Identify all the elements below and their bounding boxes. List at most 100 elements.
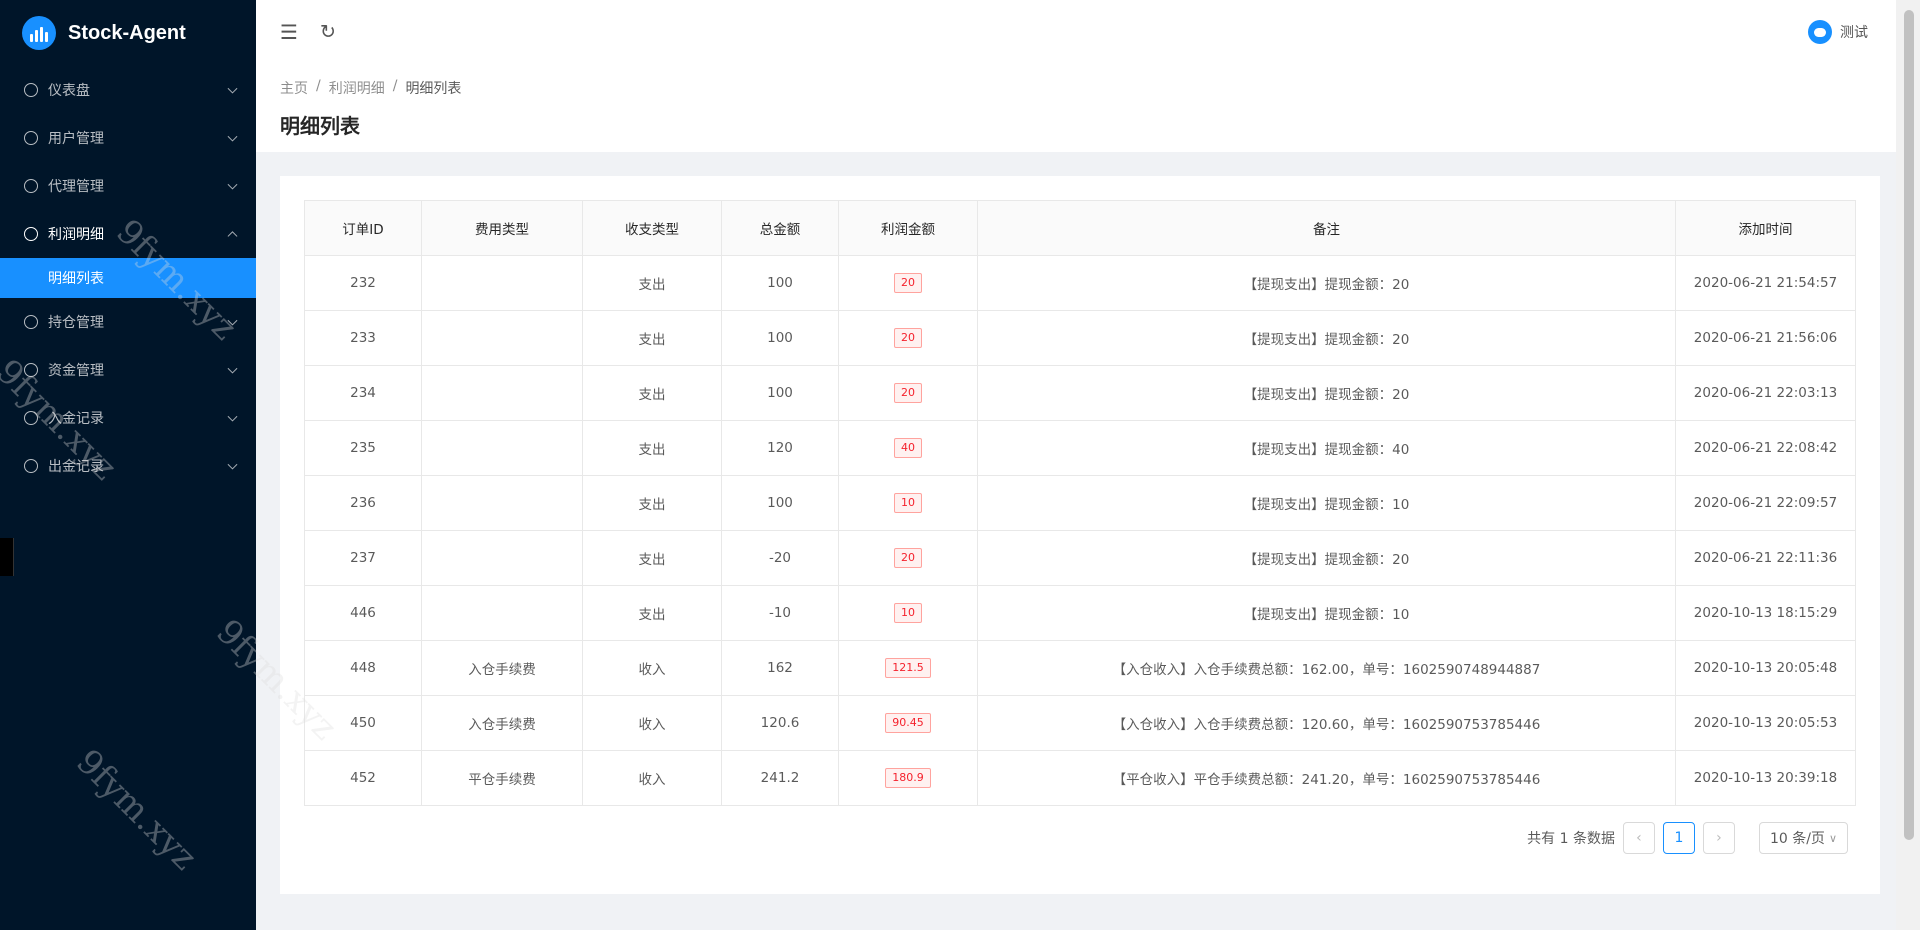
- cell-added-time: 2020-10-13 20:05:48: [1675, 640, 1856, 696]
- cell-total: 241.2: [721, 750, 839, 806]
- cell-direction: 收入: [582, 695, 722, 751]
- prev-page-button[interactable]: ‹: [1622, 822, 1655, 854]
- app-title: Stock-Agent: [68, 21, 186, 44]
- col-added-time[interactable]: 添加时间: [1675, 200, 1856, 256]
- profit-tag: 10: [894, 493, 922, 513]
- cell-order-id: 234: [304, 365, 422, 421]
- sidebar-subitem-detail-list[interactable]: 明细列表: [0, 258, 256, 298]
- cell-remark: 【提现支出】提现金额：20: [977, 365, 1676, 421]
- sidebar-item-positions[interactable]: 持仓管理: [0, 298, 256, 346]
- side-drag-handle[interactable]: [0, 538, 14, 576]
- fund-icon: [24, 363, 38, 377]
- cell-profit: 10: [838, 585, 978, 641]
- cell-remark: 【提现支出】提现金额：10: [977, 585, 1676, 641]
- cell-added-time: 2020-10-13 20:05:53: [1675, 695, 1856, 751]
- page-button-current[interactable]: 1: [1662, 822, 1695, 854]
- cell-fee-type: [421, 255, 583, 311]
- table-row[interactable]: 446 支出 -10 10 【提现支出】提现金额：10 2020-10-13 1…: [304, 585, 1856, 641]
- sidebar-item-label: 代理管理: [48, 179, 104, 195]
- sidebar-item-agents[interactable]: 代理管理: [0, 162, 256, 210]
- pagination: 共有 1 条数据 ‹ 1 › 10 条/页 ∨: [1527, 822, 1848, 854]
- table-row[interactable]: 450 入仓手续费 收入 120.6 90.45 【入仓收入】入仓手续费总额：1…: [304, 695, 1856, 751]
- breadcrumb-profit[interactable]: 利润明细: [329, 78, 385, 98]
- profit-tag: 40: [894, 438, 922, 458]
- cell-total: 120.6: [721, 695, 839, 751]
- cell-added-time: 2020-06-21 22:09:57: [1675, 475, 1856, 531]
- col-order-id[interactable]: 订单ID: [304, 200, 422, 256]
- cell-direction: 支出: [582, 255, 722, 311]
- cell-order-id: 233: [304, 310, 422, 366]
- cell-total: 100: [721, 365, 839, 421]
- cell-fee-type: [421, 420, 583, 476]
- user-name: 测试: [1840, 25, 1868, 41]
- menu-fold-icon[interactable]: ☰: [280, 20, 298, 44]
- dashboard-icon: [24, 83, 38, 97]
- sidebar-item-label: 仪表盘: [48, 83, 90, 99]
- table-row[interactable]: 452 平仓手续费 收入 241.2 180.9 【平仓收入】平仓手续费总额：2…: [304, 750, 1856, 806]
- deposit-icon: [24, 411, 38, 425]
- sidebar-item-withdrawals[interactable]: 出金记录: [0, 442, 256, 490]
- cell-fee-type: [421, 475, 583, 531]
- cell-order-id: 232: [304, 255, 422, 311]
- cell-direction: 支出: [582, 585, 722, 641]
- vertical-scrollbar[interactable]: [1896, 0, 1920, 930]
- profit-tag: 10: [894, 603, 922, 623]
- cell-fee-type: 入仓手续费: [421, 695, 583, 751]
- pagination-total: 共有 1 条数据: [1527, 831, 1615, 847]
- cell-fee-type: [421, 585, 583, 641]
- sidebar-item-dashboard[interactable]: 仪表盘: [0, 66, 256, 114]
- breadcrumb-separator: /: [392, 78, 398, 94]
- profit-tag: 20: [894, 328, 922, 348]
- cell-order-id: 446: [304, 585, 422, 641]
- cell-remark: 【平仓收入】平仓手续费总额：241.20，单号：1602590753785446: [977, 750, 1676, 806]
- cell-direction: 支出: [582, 530, 722, 586]
- logo-icon: [22, 16, 56, 50]
- profit-tag: 20: [894, 273, 922, 293]
- sidebar-item-deposits[interactable]: 入金记录: [0, 394, 256, 442]
- top-header: ☰ ↻ 测试: [256, 0, 1896, 64]
- cell-added-time: 2020-06-21 22:08:42: [1675, 420, 1856, 476]
- cell-profit: 20: [838, 255, 978, 311]
- reload-icon[interactable]: ↻: [320, 21, 336, 43]
- content-card: 订单ID 费用类型 收支类型 总金额 利润金额 备注 添加时间 232 支出 1…: [280, 176, 1880, 894]
- col-profit[interactable]: 利润金额: [838, 200, 978, 256]
- cell-order-id: 236: [304, 475, 422, 531]
- table-header-row: 订单ID 费用类型 收支类型 总金额 利润金额 备注 添加时间: [304, 200, 1856, 256]
- cell-remark: 【提现支出】提现金额：20: [977, 255, 1676, 311]
- cell-order-id: 450: [304, 695, 422, 751]
- cell-direction: 支出: [582, 310, 722, 366]
- profit-icon: [24, 227, 38, 241]
- scrollbar-thumb[interactable]: [1904, 10, 1914, 840]
- user-menu[interactable]: 测试: [1808, 20, 1868, 44]
- cell-total: 120: [721, 420, 839, 476]
- table-row[interactable]: 236 支出 100 10 【提现支出】提现金额：10 2020-06-21 2…: [304, 475, 1856, 531]
- cell-profit: 20: [838, 365, 978, 421]
- profit-tag: 121.5: [885, 658, 931, 678]
- table-row[interactable]: 237 支出 -20 20 【提现支出】提现金额：20 2020-06-21 2…: [304, 530, 1856, 586]
- col-total[interactable]: 总金额: [721, 200, 839, 256]
- cell-total: -20: [721, 530, 839, 586]
- sidebar-item-users[interactable]: 用户管理: [0, 114, 256, 162]
- page-size-select[interactable]: 10 条/页 ∨: [1758, 822, 1848, 854]
- withdraw-icon: [24, 459, 38, 473]
- col-fee-type[interactable]: 费用类型: [421, 200, 583, 256]
- sidebar-menu: 仪表盘 用户管理 代理管理 利润明细 明细列表 持仓管理 资金管理 入金记录 出…: [0, 66, 256, 490]
- table-row[interactable]: 448 入仓手续费 收入 162 121.5 【入仓收入】入仓手续费总额：162…: [304, 640, 1856, 696]
- cell-added-time: 2020-10-13 18:15:29: [1675, 585, 1856, 641]
- cell-added-time: 2020-06-21 21:54:57: [1675, 255, 1856, 311]
- sidebar-item-profit[interactable]: 利润明细: [0, 210, 256, 258]
- brand[interactable]: Stock-Agent: [0, 0, 256, 66]
- table-row[interactable]: 235 支出 120 40 【提现支出】提现金额：40 2020-06-21 2…: [304, 420, 1856, 476]
- cell-fee-type: 入仓手续费: [421, 640, 583, 696]
- sidebar-item-label: 持仓管理: [48, 315, 104, 331]
- col-direction[interactable]: 收支类型: [582, 200, 722, 256]
- table-row[interactable]: 234 支出 100 20 【提现支出】提现金额：20 2020-06-21 2…: [304, 365, 1856, 421]
- table-row[interactable]: 233 支出 100 20 【提现支出】提现金额：20 2020-06-21 2…: [304, 310, 1856, 366]
- breadcrumb-home[interactable]: 主页: [280, 78, 308, 98]
- chevron-down-icon: ∨: [1828, 831, 1837, 845]
- sidebar-item-funds[interactable]: 资金管理: [0, 346, 256, 394]
- next-page-button[interactable]: ›: [1702, 822, 1735, 854]
- col-remark[interactable]: 备注: [977, 200, 1676, 256]
- breadcrumb: 主页 / 利润明细 / 明细列表: [280, 78, 1872, 98]
- table-row[interactable]: 232 支出 100 20 【提现支出】提现金额：20 2020-06-21 2…: [304, 255, 1856, 311]
